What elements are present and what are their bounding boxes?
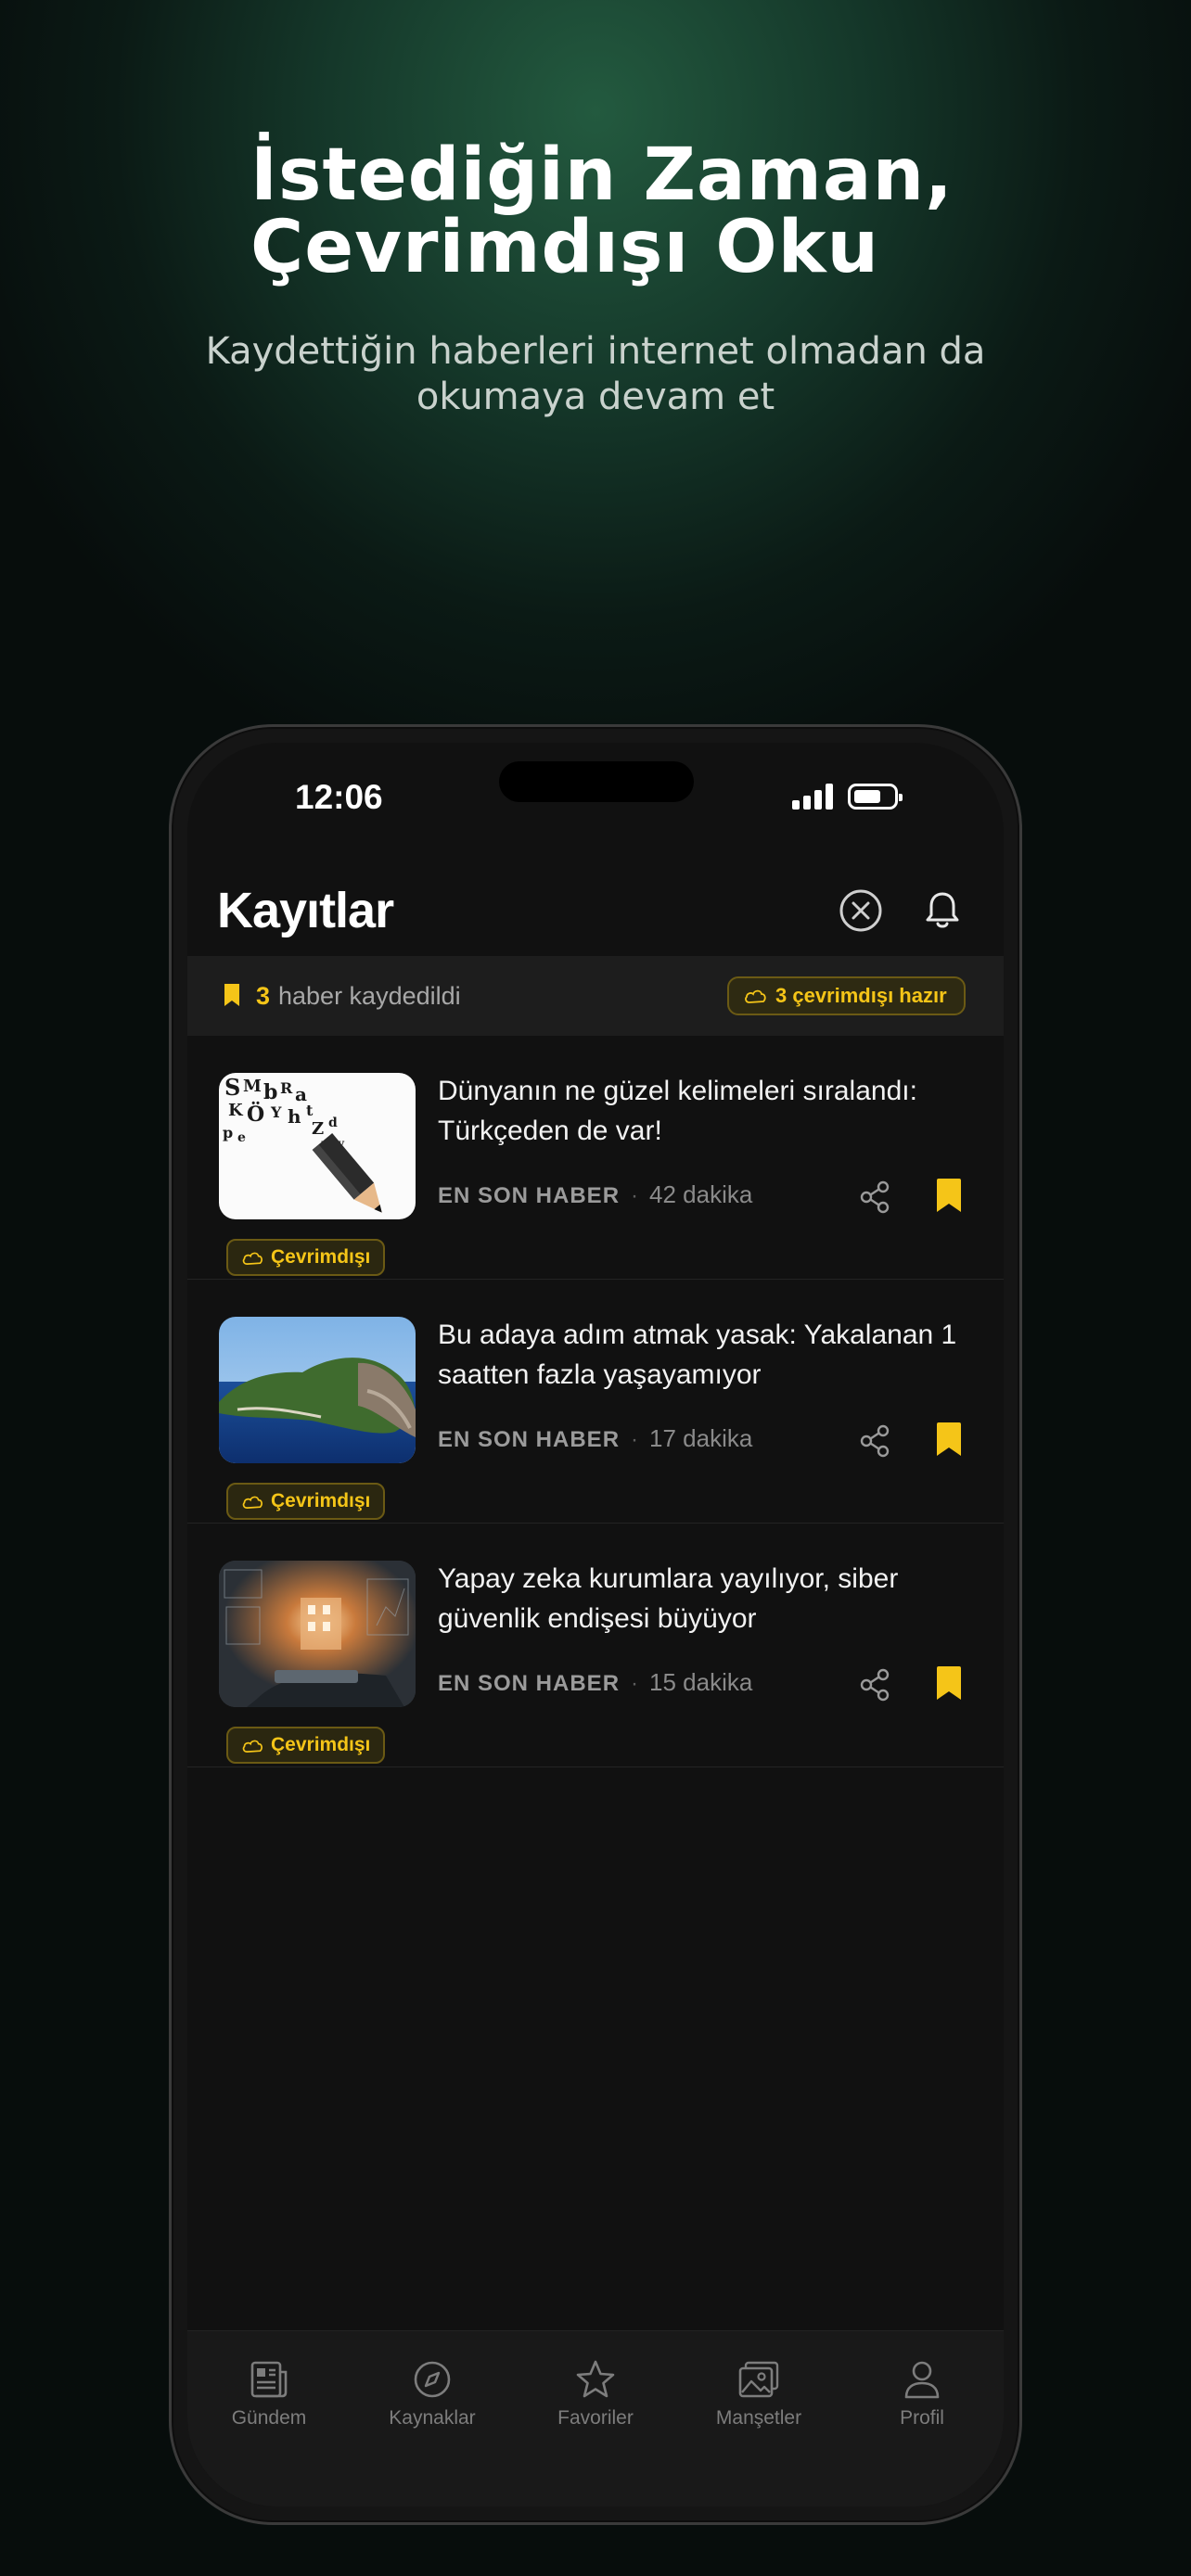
bell-icon xyxy=(926,892,959,928)
article-meta: EN SON HABER · 17 dakika xyxy=(438,1424,752,1453)
list-item[interactable]: Yapay zeka kurumlara yayılıyor, siber gü… xyxy=(187,1524,1004,1767)
page-title: Kayıtlar xyxy=(217,883,394,938)
cloud-icon xyxy=(242,1496,263,1509)
offline-badge-label: Çevrimdışı xyxy=(271,1490,371,1511)
offline-badge-label: Çevrimdışı xyxy=(271,1734,371,1755)
tab-profil[interactable]: Profil xyxy=(840,2357,1004,2441)
article-title[interactable]: Yapay zeka kurumlara yayılıyor, siber gü… xyxy=(438,1559,985,1639)
close-button[interactable] xyxy=(837,886,885,935)
share-icon xyxy=(860,1180,890,1214)
share-button[interactable] xyxy=(859,1424,890,1458)
notifications-button[interactable] xyxy=(918,886,967,935)
offline-badge: Çevrimdışı xyxy=(226,1239,386,1276)
cellular-signal-icon xyxy=(792,784,839,810)
cloud-icon xyxy=(745,989,766,1003)
article-meta: EN SON HABER · 42 dakika xyxy=(438,1180,752,1209)
article-age: 17 dakika xyxy=(649,1424,753,1452)
tab-label: Kaynaklar xyxy=(389,2407,476,2429)
svg-text:b: b xyxy=(263,1080,277,1104)
tab-label: Manşetler xyxy=(715,2407,802,2429)
meta-separator: · xyxy=(631,1671,639,1696)
tab-label: Profil xyxy=(900,2407,944,2429)
cyber-tech-image xyxy=(219,1561,416,1707)
svg-text:M: M xyxy=(243,1077,262,1096)
article-thumbnail[interactable]: SM bR aK ÖY ht pe Zd rv xyxy=(219,1073,416,1219)
article-source: EN SON HABER xyxy=(438,1427,621,1452)
saved-count-label: haber kaydedildi xyxy=(278,982,461,1010)
article-source: EN SON HABER xyxy=(438,1183,621,1208)
battery-icon xyxy=(848,784,903,810)
close-circle-icon xyxy=(839,889,882,932)
tab-kaynaklar[interactable]: Kaynaklar xyxy=(351,2357,514,2441)
pencil-letters-image: SM bR aK ÖY ht pe Zd rv xyxy=(219,1073,416,1219)
meta-separator: · xyxy=(631,1183,639,1208)
svg-text:R: R xyxy=(280,1079,293,1097)
share-icon xyxy=(860,1668,890,1702)
svg-text:Y: Y xyxy=(270,1103,282,1121)
article-age: 15 dakika xyxy=(649,1668,753,1696)
tab-mansetler[interactable]: Manşetler xyxy=(677,2357,840,2441)
gallery-icon xyxy=(738,2361,779,2398)
share-button[interactable] xyxy=(859,1180,890,1214)
person-icon xyxy=(904,2361,940,2399)
list-item[interactable]: SM bR aK ÖY ht pe Zd rv xyxy=(187,1036,1004,1280)
bookmark-button[interactable] xyxy=(937,1179,961,1212)
offline-badge: Çevrimdışı xyxy=(226,1483,386,1520)
offline-badge-label: Çevrimdışı xyxy=(271,1246,371,1268)
svg-text:h: h xyxy=(288,1105,301,1128)
status-bar: 12:06 xyxy=(187,743,1004,835)
tab-label: Favoriler xyxy=(557,2407,634,2429)
status-time: 12:06 xyxy=(295,778,383,816)
bookmark-filled-icon xyxy=(937,1666,961,1700)
hero-subtitle-line-2: okumaya devam et xyxy=(416,376,775,418)
svg-text:S: S xyxy=(224,1074,240,1101)
hero-title-line-2: Çevrimdışı Oku xyxy=(250,206,880,289)
hero-title: İstediğin Zaman, Çevrimdışı Oku xyxy=(250,139,992,284)
cloud-icon xyxy=(242,1252,263,1265)
bookmark-icon xyxy=(224,984,239,1006)
offline-ready-label: 3 çevrimdışı hazır xyxy=(775,984,947,1007)
svg-text:K: K xyxy=(228,1101,244,1120)
newspaper-icon xyxy=(250,2361,288,2398)
hero-subtitle: Kaydettiğin haberleri internet olmadan d… xyxy=(132,329,1059,420)
hero-subtitle-line-1: Kaydettiğin haberleri internet olmadan d… xyxy=(205,330,986,373)
offline-ready-badge: 3 çevrimdışı hazır xyxy=(727,976,966,1015)
tab-favoriler[interactable]: Favoriler xyxy=(514,2357,677,2441)
list-item[interactable]: Bu adaya adım atmak yasak: Yakalanan 1 s… xyxy=(187,1280,1004,1524)
article-thumbnail[interactable] xyxy=(219,1317,416,1463)
hero-title-line-1: İstediğin Zaman, xyxy=(250,134,954,217)
article-meta: EN SON HABER · 15 dakika xyxy=(438,1668,752,1697)
phone-screen: 12:06 Kayıtlar 3 haber kaydedildi 3 çevr… xyxy=(187,743,1004,2506)
svg-text:p: p xyxy=(223,1124,233,1141)
svg-text:Ö: Ö xyxy=(247,1101,264,1127)
tab-gundem[interactable]: Gündem xyxy=(187,2357,351,2441)
share-icon xyxy=(860,1424,890,1458)
article-age: 42 dakika xyxy=(649,1180,753,1208)
svg-text:t: t xyxy=(306,1102,314,1119)
bookmark-button[interactable] xyxy=(937,1666,961,1700)
star-icon xyxy=(576,2360,615,2398)
saved-summary-bar: 3 haber kaydedildi 3 çevrimdışı hazır xyxy=(187,956,1004,1036)
svg-text:d: d xyxy=(328,1116,338,1130)
tab-bar: Gündem Kaynaklar Favoriler Manşetler Pro… xyxy=(187,2330,1004,2506)
article-source: EN SON HABER xyxy=(438,1671,621,1696)
tab-label: Gündem xyxy=(231,2407,307,2429)
share-button[interactable] xyxy=(859,1668,890,1702)
saved-count: 3 xyxy=(256,982,271,1010)
cloud-icon xyxy=(242,1740,263,1753)
article-title[interactable]: Bu adaya adım atmak yasak: Yakalanan 1 s… xyxy=(438,1315,985,1395)
article-list: SM bR aK ÖY ht pe Zd rv xyxy=(187,1036,1004,1767)
compass-icon xyxy=(414,2361,451,2398)
meta-separator: · xyxy=(631,1427,639,1452)
bookmark-filled-icon xyxy=(937,1422,961,1456)
bookmark-filled-icon xyxy=(937,1179,961,1212)
bookmark-button[interactable] xyxy=(937,1422,961,1456)
island-image xyxy=(219,1317,416,1463)
article-thumbnail[interactable] xyxy=(219,1561,416,1707)
svg-text:e: e xyxy=(237,1130,246,1145)
article-title[interactable]: Dünyanın ne güzel kelimeleri sıralandı: … xyxy=(438,1071,985,1151)
dynamic-island xyxy=(499,761,694,802)
offline-badge: Çevrimdışı xyxy=(226,1727,386,1764)
